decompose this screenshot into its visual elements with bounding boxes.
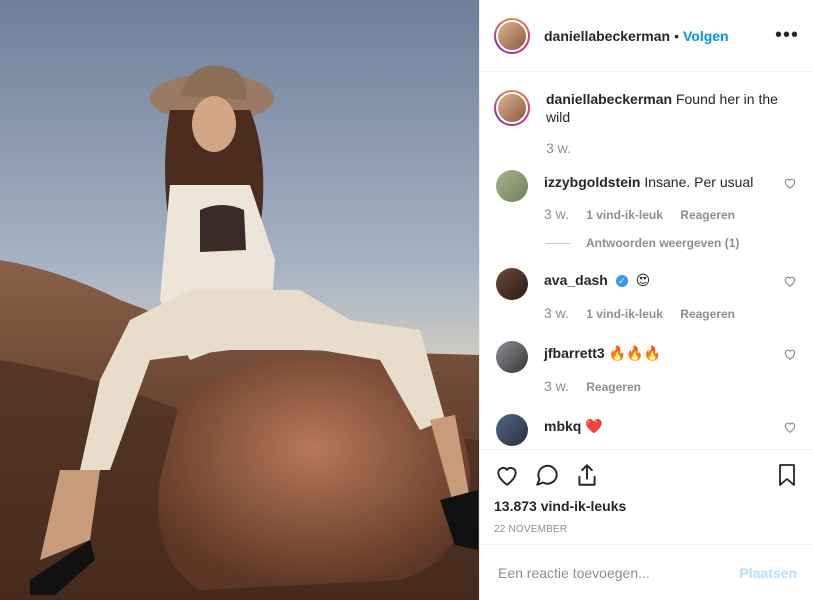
more-icon[interactable]: ••• — [775, 24, 799, 47]
comment-heart-icon[interactable] — [783, 347, 797, 361]
commenter-avatar[interactable] — [496, 341, 528, 373]
comment-text: 🔥🔥🔥 — [608, 346, 661, 362]
view-replies-label: Antwoorden weergeven (1) — [586, 236, 740, 250]
comments-list[interactable]: daniellabeckerman Found her in the wild … — [480, 72, 813, 449]
view-replies-button[interactable]: Antwoorden weergeven (1) — [546, 236, 799, 250]
post-actions: 13.873 vind-ik-leuks 22 NOVEMBER — [480, 449, 813, 544]
comment-text: 😍 — [635, 273, 651, 289]
comment-time: 3 w. — [544, 378, 569, 394]
comment-heart-icon[interactable] — [783, 274, 797, 288]
comment-time: 3 w. — [544, 206, 569, 222]
comment-text: ❤️ — [585, 419, 603, 435]
comment-heart-icon[interactable] — [783, 176, 797, 190]
comment-time: 3 w. — [544, 305, 569, 321]
post-photo[interactable] — [0, 0, 479, 600]
likes-count[interactable]: 13.873 vind-ik-leuks — [494, 498, 799, 514]
verified-badge-icon: ✓ — [615, 275, 628, 288]
comment-meta: 3 w. 1 vind-ik-leuk Reageren — [544, 205, 753, 224]
post-header: daniellabeckerman • Volgen ••• — [480, 0, 813, 72]
action-icons — [494, 460, 799, 490]
comment-body: jfbarrett3 🔥🔥🔥 3 w. Reageren — [544, 341, 661, 396]
comment-input[interactable] — [496, 563, 740, 582]
comment-body: mbkq ❤️ — [544, 414, 603, 446]
comment-username[interactable]: ava_dash — [544, 272, 608, 288]
commenter-avatar[interactable] — [496, 268, 528, 300]
author-username[interactable]: daniellabeckerman — [544, 28, 670, 44]
comment-item: izzybgoldstein Insane. Per usual 3 w. 1 … — [494, 170, 799, 224]
comment-username[interactable]: mbkq — [544, 418, 581, 434]
comment-text: Insane. Per usual — [644, 174, 754, 190]
caption-avatar[interactable] — [494, 90, 530, 126]
comment-item: ava_dash ✓ 😍 3 w. 1 vind-ik-leuk Reagere… — [494, 268, 799, 323]
comment-meta: 3 w. 1 vind-ik-leuk Reageren — [544, 304, 749, 323]
replies-divider — [546, 242, 570, 244]
caption: daniellabeckerman Found her in the wild — [494, 90, 799, 126]
share-icon[interactable] — [574, 462, 600, 488]
separator-dot: • — [674, 27, 679, 44]
follow-button[interactable]: Volgen — [683, 28, 729, 44]
reply-button[interactable]: Reageren — [680, 208, 735, 222]
comment-username[interactable]: izzybgoldstein — [544, 174, 640, 190]
commenter-avatar[interactable] — [496, 414, 528, 446]
commenter-avatar[interactable] — [496, 170, 528, 202]
post-comment-button[interactable]: Plaatsen — [739, 565, 797, 581]
photo-image — [0, 0, 479, 600]
bookmark-icon[interactable] — [775, 462, 799, 488]
reply-button[interactable]: Reageren — [586, 380, 641, 394]
add-comment-bar: Plaatsen — [480, 544, 813, 600]
comment-meta: 3 w. Reageren — [544, 377, 661, 396]
comment-item: mbkq ❤️ — [494, 414, 799, 446]
comment-likes[interactable]: 1 vind-ik-leuk — [586, 307, 663, 321]
reply-button[interactable]: Reageren — [680, 307, 735, 321]
post-dialog: daniellabeckerman • Volgen ••• daniellab… — [0, 0, 813, 600]
comment-likes[interactable]: 1 vind-ik-leuk — [586, 208, 663, 222]
comment-item: jfbarrett3 🔥🔥🔥 3 w. Reageren — [494, 341, 799, 396]
caption-text-block: daniellabeckerman Found her in the wild — [546, 90, 799, 126]
caption-username[interactable]: daniellabeckerman — [546, 91, 672, 107]
post-sidebar: daniellabeckerman • Volgen ••• daniellab… — [479, 0, 813, 600]
comment-username[interactable]: jfbarrett3 — [544, 345, 605, 361]
heart-icon[interactable] — [494, 462, 520, 488]
post-date[interactable]: 22 NOVEMBER — [494, 524, 799, 535]
comment-body: ava_dash ✓ 😍 3 w. 1 vind-ik-leuk Reagere… — [544, 268, 749, 323]
comment-heart-icon[interactable] — [783, 420, 797, 434]
author-avatar[interactable] — [494, 17, 530, 54]
comment-icon[interactable] — [534, 462, 560, 488]
caption-time: 3 w. — [546, 140, 571, 156]
comment-body: izzybgoldstein Insane. Per usual 3 w. 1 … — [544, 170, 753, 224]
